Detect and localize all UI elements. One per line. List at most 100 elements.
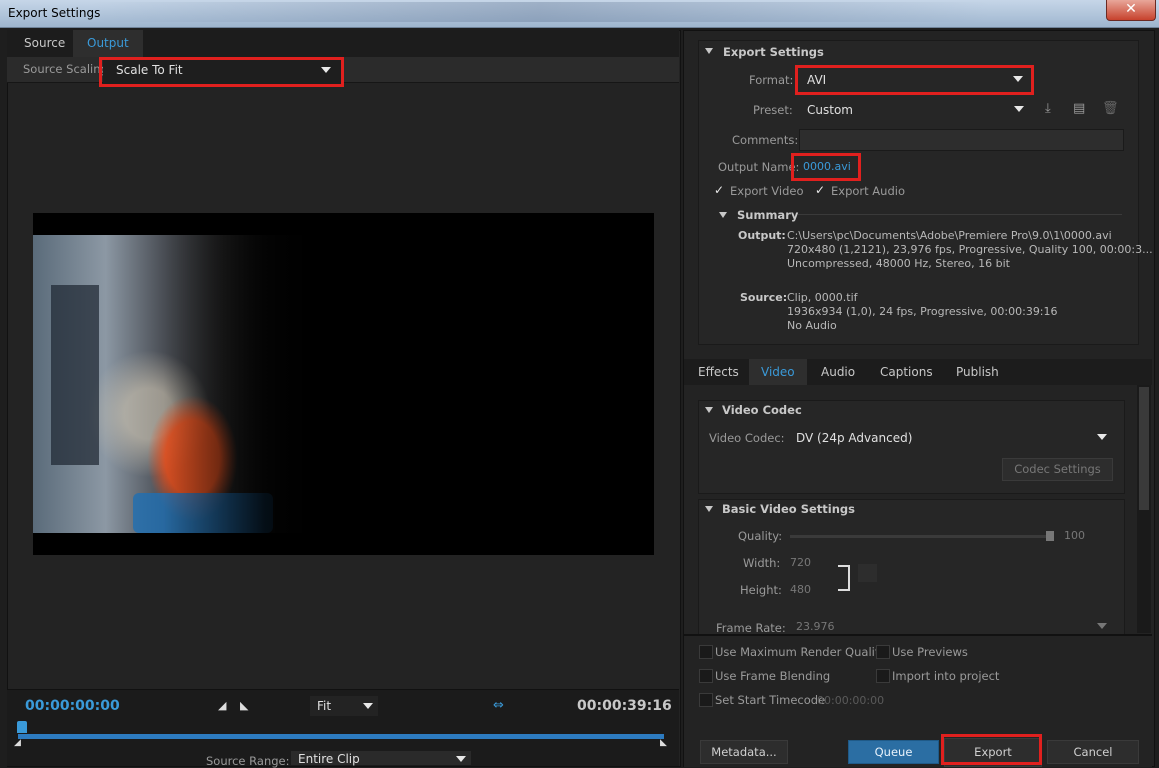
preset-label: Preset:: [753, 103, 793, 117]
scrollbar-thumb[interactable]: [1139, 387, 1149, 510]
summary-source-label: Source:: [740, 291, 788, 304]
close-button[interactable]: ✕: [1106, 0, 1156, 21]
aspect-ratio-icon[interactable]: ⇔: [493, 698, 504, 713]
tab-captions[interactable]: Captions: [868, 359, 945, 385]
codec-settings-button[interactable]: Codec Settings: [1002, 458, 1113, 481]
video-codec-dropdown[interactable]: DV (24p Advanced): [789, 427, 1112, 449]
quality-label: Quality:: [738, 529, 783, 543]
in-point-marker[interactable]: ◢: [14, 738, 21, 748]
fit-value: Fit: [317, 699, 332, 713]
queue-button[interactable]: Queue: [848, 740, 939, 764]
divider: [798, 214, 1122, 215]
fit-dropdown[interactable]: Fit: [310, 696, 378, 716]
quality-slider-handle[interactable]: [1046, 531, 1054, 541]
window-title: Export Settings: [8, 6, 101, 20]
timecode-out: 00:00:39:16: [577, 698, 672, 714]
comments-label: Comments:: [732, 133, 799, 147]
timecode-in[interactable]: 00:00:00:00: [25, 698, 120, 714]
summary-output-line: C:\Users\pc\Documents\Adobe\Premiere Pro…: [787, 229, 1112, 242]
video-preview: [33, 213, 654, 555]
import-project-checkbox[interactable]: [876, 669, 890, 683]
playhead-handle[interactable]: [17, 721, 27, 733]
image-vignette: [33, 235, 323, 533]
mark-out-icon[interactable]: ◣: [240, 699, 248, 712]
output-name-label: Output Name:: [718, 160, 800, 174]
summary-source-line: 1936x934 (1,0), 24 fps, Progressive, 00:…: [787, 305, 1058, 318]
frame-rate-value: 23.976: [796, 620, 835, 633]
chain-link-icon[interactable]: [858, 564, 877, 582]
export-video-label: Export Video: [730, 184, 804, 198]
timeline-track[interactable]: [18, 734, 664, 739]
preset-dropdown[interactable]: Custom: [800, 99, 1028, 121]
quality-slider[interactable]: [790, 535, 1054, 538]
chevron-down-icon: [363, 703, 373, 709]
export-video-checkbox[interactable]: ✓: [714, 183, 724, 197]
height-value[interactable]: 480: [790, 583, 811, 596]
highlight-box: [99, 57, 344, 87]
link-bracket-icon: [838, 565, 850, 591]
export-audio-checkbox[interactable]: ✓: [815, 183, 825, 197]
summary-header: Summary: [737, 208, 799, 222]
height-label: Height:: [740, 583, 782, 597]
collapse-arrow-icon[interactable]: [705, 506, 713, 512]
summary-source-line: Clip, 0000.tif: [787, 291, 858, 304]
video-codec-label: Video Codec:: [709, 431, 785, 445]
frame-blending-checkbox[interactable]: [699, 669, 713, 683]
start-timecode-value: 00:00:00:00: [817, 694, 885, 707]
import-preset-icon[interactable]: ▤: [1073, 101, 1085, 116]
highlight-box: [791, 153, 861, 181]
summary-output-line: 720x480 (1,2121), 23,976 fps, Progressiv…: [787, 243, 1153, 256]
frame-rate-label: Frame Rate:: [716, 621, 786, 635]
width-value[interactable]: 720: [790, 556, 811, 569]
collapse-arrow-icon[interactable]: [719, 212, 727, 218]
title-bar-background: [90, 2, 990, 22]
source-range-label: Source Range:: [206, 754, 290, 768]
chevron-down-icon: [1014, 106, 1024, 112]
basic-video-header: Basic Video Settings: [722, 502, 855, 516]
chevron-down-icon: [456, 756, 466, 762]
import-project-label: Import into project: [892, 669, 1000, 683]
tab-publish[interactable]: Publish: [944, 359, 1011, 385]
collapse-arrow-icon[interactable]: [705, 48, 713, 54]
tab-effects[interactable]: Effects: [686, 359, 751, 385]
title-bar: Export Settings ✕: [0, 0, 1159, 28]
export-settings-header: Export Settings: [723, 45, 824, 59]
width-label: Width:: [743, 556, 781, 570]
delete-preset-icon[interactable]: 🗑: [1102, 101, 1119, 116]
chevron-down-icon: [1097, 434, 1107, 440]
start-timecode-checkbox[interactable]: [699, 693, 713, 707]
preset-value: Custom: [807, 103, 853, 117]
tab-audio[interactable]: Audio: [809, 359, 867, 385]
summary-output-label: Output:: [738, 229, 786, 242]
frame-blending-label: Use Frame Blending: [715, 669, 831, 683]
comments-field[interactable]: [799, 129, 1124, 151]
summary-output-line: Uncompressed, 48000 Hz, Stereo, 16 bit: [787, 257, 1010, 270]
use-previews-label: Use Previews: [892, 645, 968, 659]
frame-rate-dropdown[interactable]: 23.976: [789, 618, 1112, 633]
source-range-dropdown[interactable]: Entire Clip: [291, 751, 471, 766]
quality-value: 100: [1064, 529, 1085, 542]
max-render-checkbox[interactable]: [699, 645, 713, 659]
save-preset-icon[interactable]: ⤓: [1045, 101, 1051, 116]
metadata-button[interactable]: Metadata...: [700, 740, 788, 764]
chevron-down-icon: [1097, 623, 1107, 629]
out-point-marker[interactable]: ◣: [660, 738, 667, 748]
video-codec-header: Video Codec: [722, 403, 802, 417]
preview-frame-image: [33, 235, 323, 533]
tab-source[interactable]: Source: [10, 30, 79, 57]
start-timecode-label: Set Start Timecode: [715, 693, 826, 707]
collapse-arrow-icon[interactable]: [705, 407, 713, 413]
use-previews-checkbox[interactable]: [876, 645, 890, 659]
export-audio-label: Export Audio: [831, 184, 905, 198]
cancel-button[interactable]: Cancel: [1047, 740, 1139, 764]
highlight-box: [795, 65, 1034, 95]
tab-output[interactable]: Output: [73, 30, 143, 57]
tab-video[interactable]: Video: [749, 359, 807, 385]
video-codec-value: DV (24p Advanced): [796, 431, 913, 445]
mark-in-icon[interactable]: ◢: [218, 699, 226, 712]
highlight-box: [941, 734, 1042, 765]
left-tab-bar: Source Output: [7, 30, 679, 57]
summary-source-line: No Audio: [787, 319, 837, 332]
format-label: Format:: [749, 73, 794, 87]
max-render-label: Use Maximum Render Quality: [715, 645, 887, 659]
